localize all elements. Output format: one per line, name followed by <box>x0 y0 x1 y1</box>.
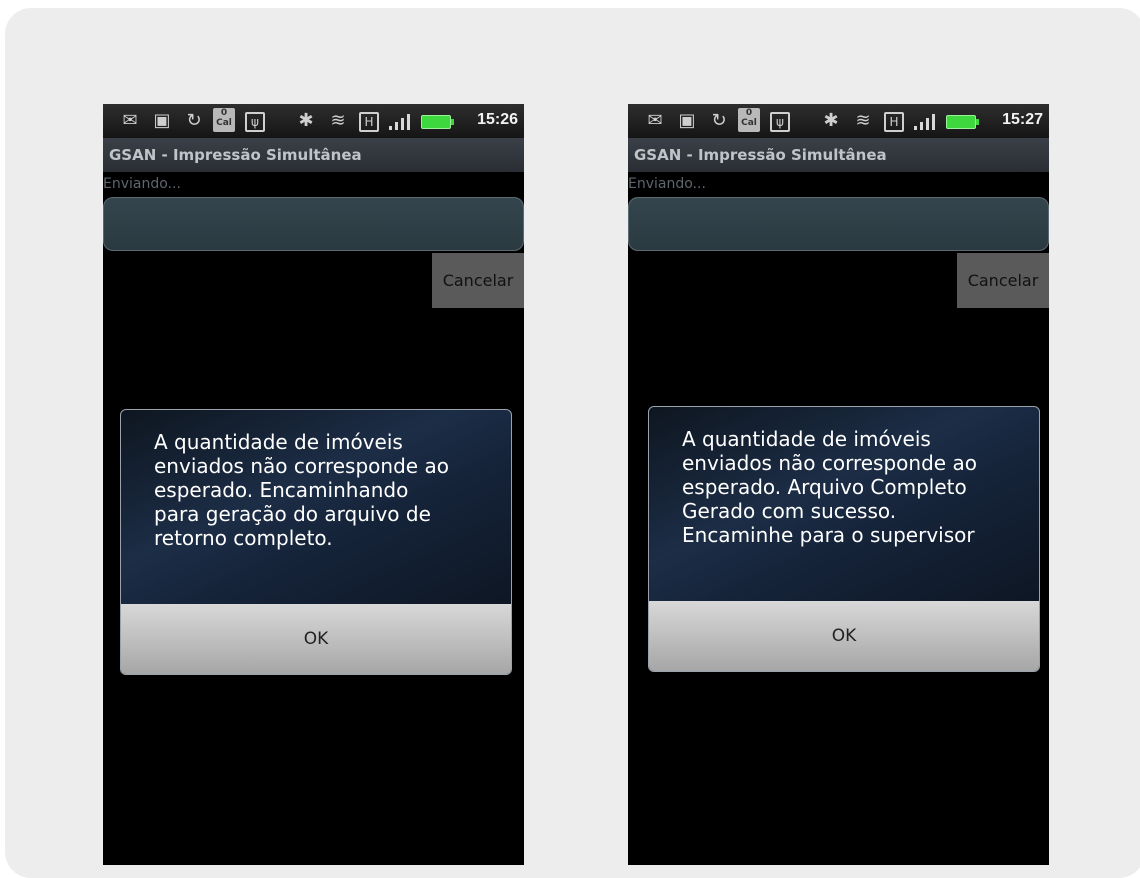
dialog-footer: OK <box>121 604 511 674</box>
sending-label: Enviando... <box>103 176 181 192</box>
sync-icon: ↻ <box>186 110 202 131</box>
email-icon: ✉ <box>647 110 663 131</box>
dialog-message: A quantidade de imóveis enviados não cor… <box>682 427 977 547</box>
cancel-button[interactable]: Cancelar <box>957 253 1049 308</box>
email-icon: ✉ <box>122 110 138 131</box>
app-title: GSAN - Impressão Simultânea <box>103 138 524 172</box>
phone-screen-left: ✉ ▣ ↻ 0 Cal ψ ✱ ≋ H 15:26 GSAN - Impress… <box>103 104 524 865</box>
sync-icon: ↻ <box>711 110 727 131</box>
dialog-footer: OK <box>649 601 1039 671</box>
bluetooth-icon: ✱ <box>823 110 839 131</box>
dialog-message: A quantidade de imóveis enviados não cor… <box>154 430 449 550</box>
progress-bar <box>628 197 1049 251</box>
app-title: GSAN - Impressão Simultânea <box>628 138 1049 172</box>
usb-icon: ψ <box>770 112 790 132</box>
alert-dialog: A quantidade de imóveis enviados não cor… <box>648 406 1040 672</box>
network-h-icon: H <box>884 112 904 132</box>
clock: 15:27 <box>1002 111 1043 128</box>
ok-button[interactable]: OK <box>649 601 1039 671</box>
sending-label: Enviando... <box>628 176 706 192</box>
status-bar: ✉ ▣ ↻ 0 Cal ψ ✱ ≋ H 15:26 <box>103 104 524 138</box>
clock: 15:26 <box>477 111 518 128</box>
signal-icon <box>912 112 942 130</box>
vibrate-icon: ≋ <box>330 110 346 131</box>
vibrate-icon: ≋ <box>855 110 871 131</box>
calendar-icon: 0 Cal <box>738 108 760 132</box>
voicemail-icon: ▣ <box>153 110 171 131</box>
usb-icon: ψ <box>245 112 265 132</box>
alert-dialog: A quantidade de imóveis enviados não cor… <box>120 409 512 675</box>
ok-button[interactable]: OK <box>121 604 511 674</box>
voicemail-icon: ▣ <box>678 110 696 131</box>
battery-icon <box>421 115 454 129</box>
cancel-button[interactable]: Cancelar <box>432 253 524 308</box>
status-bar: ✉ ▣ ↻ 0 Cal ψ ✱ ≋ H 15:27 <box>628 104 1049 138</box>
calendar-icon: 0 Cal <box>213 108 235 132</box>
progress-bar <box>103 197 524 251</box>
bluetooth-icon: ✱ <box>298 110 314 131</box>
battery-icon <box>946 115 979 129</box>
phone-screen-right: ✉ ▣ ↻ 0 Cal ψ ✱ ≋ H 15:27 GSAN - Impress… <box>628 104 1049 865</box>
network-h-icon: H <box>359 112 379 132</box>
signal-icon <box>387 112 417 130</box>
